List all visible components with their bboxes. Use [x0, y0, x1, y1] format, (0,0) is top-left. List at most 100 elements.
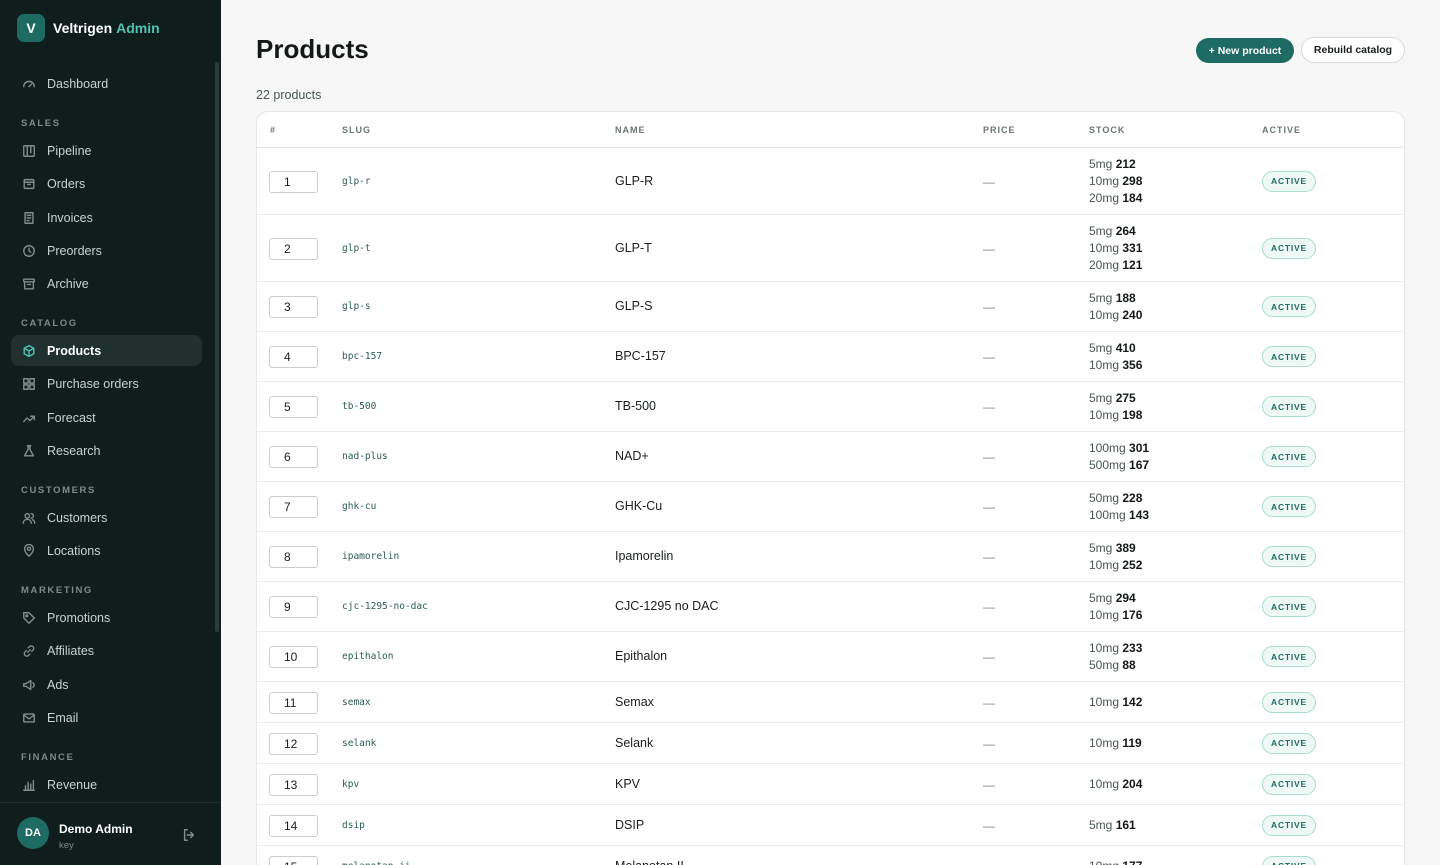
product-name: NAD+ — [615, 449, 649, 463]
table-row[interactable]: 5 tb-500 TB-500—5mg 275 10mg 198 ACTIVE — [257, 382, 1404, 432]
table-row[interactable]: 4 bpc-157 BPC-157—5mg 410 10mg 356 ACTIVE — [257, 332, 1404, 382]
sidebar-item-orders[interactable]: Orders — [11, 168, 202, 199]
sidebar-item-customers[interactable]: Customers — [11, 502, 202, 533]
status-badge[interactable]: ACTIVE — [1262, 646, 1316, 667]
stock-dose: 10mg — [1089, 695, 1123, 709]
stock-line: 20mg 184 — [1089, 190, 1142, 207]
table-row[interactable]: 15 melanotan-ii Melanotan II — 10mg 177 ACTIV… — [257, 846, 1404, 865]
avatar[interactable]: DA — [17, 817, 49, 849]
table-row[interactable]: 12 selank Selank — 10mg 119 ACTIVE — [257, 723, 1404, 764]
product-count: 22 products — [256, 88, 322, 102]
table-row[interactable]: 3 glp-s GLP-S —5mg 188 10mg 240 ACTIVE — [257, 282, 1404, 332]
sidebar-item-affiliates[interactable]: Affiliates — [11, 635, 202, 666]
table-row[interactable]: 2 glp-t GLP-T —5mg 264 10mg 331 20mg 121 ACTIV… — [257, 215, 1404, 282]
product-name: Semax — [615, 694, 654, 709]
archive-icon — [22, 277, 36, 291]
sidebar-item-locations[interactable]: Locations — [11, 535, 202, 566]
brand[interactable]: V Veltrigen Admin — [17, 14, 160, 42]
stock-quantity: 177 — [1122, 859, 1142, 865]
sidebar-item-email[interactable]: Email — [11, 702, 202, 733]
position-input[interactable]: 13 — [269, 773, 318, 796]
status-badge[interactable]: ACTIVE — [1262, 296, 1316, 317]
stock-list: 10mg 177 — [1089, 858, 1142, 865]
status-badge[interactable]: ACTIVE — [1262, 446, 1316, 467]
table-row[interactable]: 8 ipamorelin Ipamorelin —5mg 389 10mg 252 ACT… — [257, 532, 1404, 582]
position-input[interactable]: 5 — [269, 396, 318, 418]
status-badge[interactable]: ACTIVE — [1262, 596, 1316, 617]
status-badge[interactable]: ACTIVE — [1262, 170, 1316, 192]
stock-quantity: 188 — [1115, 291, 1136, 305]
stock-dose: 10mg — [1089, 358, 1123, 372]
table-row[interactable]: 1 glp-r GLP-R —5mg 212 10mg 298 20mg 184 ACTIV… — [257, 148, 1404, 215]
stock-list: 5mg 264 10mg 331 20mg 121 — [1089, 223, 1142, 274]
receipt-icon — [22, 211, 36, 225]
sidebar-item-forecast[interactable]: Forecast — [11, 402, 202, 433]
product-name: Melanotan II — [615, 859, 684, 865]
sidebar-item-ads[interactable]: Ads — [11, 669, 202, 700]
sidebar-item-preorders[interactable]: Preorders — [11, 235, 202, 266]
stock-dose: 10mg — [1089, 408, 1123, 422]
table-row[interactable]: 10 epithalon Epithalon —10mg 233 50mg 88 ACTI… — [257, 632, 1404, 682]
stock-quantity: 119 — [1122, 736, 1142, 750]
sidebar-item-archive[interactable]: Archive — [11, 268, 202, 299]
stock-quantity: 275 — [1115, 391, 1136, 405]
stock-line: 5mg 410 — [1089, 340, 1142, 357]
status-badge[interactable]: ACTIVE — [1262, 732, 1316, 754]
position-input[interactable]: 9 — [269, 596, 318, 618]
status-badge[interactable]: ACTIVE — [1262, 855, 1316, 865]
stock-dose: 100mg — [1089, 441, 1130, 455]
position-input[interactable]: 10 — [269, 646, 318, 668]
stock-list: 10mg 204 — [1089, 776, 1142, 793]
position-input[interactable]: 6 — [269, 446, 318, 468]
sidebar-item-promotions[interactable]: Promotions — [11, 602, 202, 633]
table-row[interactable]: 7 ghk-cu GHK-Cu —50mg 228 100mg 143 ACTIVE — [257, 482, 1404, 532]
logout-icon[interactable] — [182, 828, 196, 842]
status-badge[interactable]: ACTIVE — [1262, 546, 1316, 567]
status-badge[interactable]: ACTIVE — [1262, 346, 1316, 367]
sidebar-item-dashboard[interactable]: Dashboard — [11, 68, 202, 99]
sidebar-item-label: Customers — [47, 510, 108, 525]
sidebar-item-invoices[interactable]: Invoices — [11, 202, 202, 233]
stock-list: 10mg 119 — [1089, 735, 1142, 752]
stock-line: 5mg 212 — [1089, 156, 1142, 173]
position-input[interactable]: 4 — [269, 346, 318, 368]
stock-quantity: 233 — [1122, 641, 1143, 655]
sidebar-item-research[interactable]: Research — [11, 435, 202, 466]
product-name: CJC-1295 no DAC — [615, 599, 719, 613]
status-badge[interactable]: ACTIVE — [1262, 691, 1316, 713]
position-input[interactable]: 8 — [269, 546, 318, 568]
sidebar-item-pipeline[interactable]: Pipeline — [11, 135, 202, 166]
status-badge[interactable]: ACTIVE — [1262, 496, 1316, 517]
sidebar-item-products[interactable]: Products — [11, 335, 202, 366]
position-input[interactable]: 15 — [269, 855, 318, 865]
position-input[interactable]: 2 — [269, 237, 318, 260]
position-input[interactable]: 1 — [269, 170, 318, 193]
new-product-button[interactable]: + New product — [1196, 38, 1294, 63]
table-row[interactable]: 11 semax Semax — 10mg 142 ACTIVE — [257, 682, 1404, 723]
product-price: — — [983, 174, 995, 189]
position-input[interactable]: 14 — [269, 814, 318, 837]
position-input[interactable]: 7 — [269, 496, 318, 518]
table-row[interactable]: 13 kpv KPV — 10mg 204 ACTIVE — [257, 764, 1404, 805]
status-badge[interactable]: ACTIVE — [1262, 396, 1316, 417]
stock-line: 5mg 161 — [1089, 817, 1136, 834]
stock-quantity: 212 — [1115, 157, 1136, 171]
position-input[interactable]: 12 — [269, 732, 318, 755]
stock-line: 100mg 143 — [1089, 507, 1149, 524]
table-row[interactable]: 9 cjc-1295-no-dac CJC-1295 no DAC —5mg 294 1… — [257, 582, 1404, 632]
status-badge[interactable]: ACTIVE — [1262, 237, 1316, 259]
status-badge[interactable]: ACTIVE — [1262, 814, 1316, 836]
product-name: GLP-T — [615, 240, 652, 255]
table-row[interactable]: 6 nad-plus NAD+ —100mg 301 500mg 167 ACTIVE — [257, 432, 1404, 482]
position-input[interactable]: 11 — [269, 691, 318, 714]
megaphone-icon — [22, 678, 36, 692]
status-badge[interactable]: ACTIVE — [1262, 773, 1316, 795]
table-row[interactable]: 14 dsip DSIP — 5mg 161 ACTIVE — [257, 805, 1404, 846]
product-slug: cjc-1295-no-dac — [342, 601, 428, 612]
position-input[interactable]: 3 — [269, 296, 318, 318]
rebuild-catalog-button[interactable]: Rebuild catalog — [1301, 37, 1405, 63]
stock-quantity: 204 — [1122, 777, 1143, 791]
sidebar-item-revenue[interactable]: Revenue — [11, 769, 202, 800]
sidebar-item-purchase-orders[interactable]: Purchase orders — [11, 368, 202, 399]
stock-quantity: 294 — [1115, 591, 1136, 605]
